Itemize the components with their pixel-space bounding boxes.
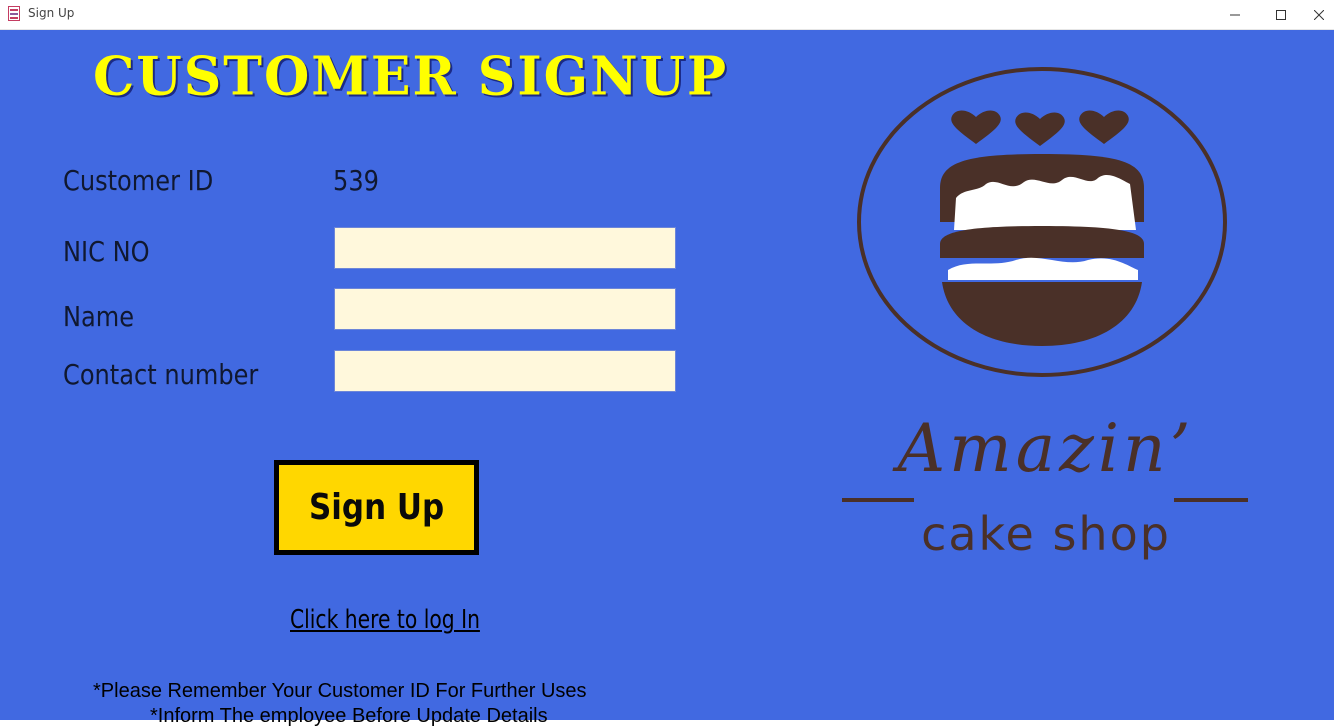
page-title: CUSTOMER SIGNUP xyxy=(93,45,729,108)
login-link[interactable]: Click here to log In xyxy=(290,605,480,635)
logo-divider-right xyxy=(1174,498,1248,502)
minimize-icon xyxy=(1230,14,1240,15)
customer-id-value: 539 xyxy=(333,164,379,197)
cake-app-icon xyxy=(8,6,20,21)
close-icon xyxy=(1314,9,1324,20)
nic-input[interactable] xyxy=(334,227,676,269)
close-button[interactable] xyxy=(1304,0,1334,29)
inform-employee-note: *Inform The employee Before Update Detai… xyxy=(150,705,548,727)
name-input[interactable] xyxy=(334,288,676,330)
window-title: Sign Up xyxy=(28,6,75,20)
logo-shop-name: Amazin’ xyxy=(897,410,1195,487)
customer-id-label: Customer ID xyxy=(63,164,214,197)
cake-logo-icon xyxy=(857,67,1227,377)
minimize-button[interactable] xyxy=(1212,0,1258,29)
logo-divider-left xyxy=(842,498,914,502)
sign-up-button-label: Sign Up xyxy=(308,487,445,528)
shop-logo: Amazin’ cake shop xyxy=(836,62,1256,561)
logo-subtitle: cake shop xyxy=(921,507,1171,561)
maximize-icon xyxy=(1276,9,1286,20)
maximize-button[interactable] xyxy=(1258,0,1304,29)
window-title-bar: Sign Up xyxy=(0,0,1334,30)
sign-up-button[interactable]: Sign Up xyxy=(274,460,479,555)
contact-number-label: Contact number xyxy=(63,358,259,391)
contact-number-input[interactable] xyxy=(334,350,676,392)
remember-id-note: *Please Remember Your Customer ID For Fu… xyxy=(93,680,587,702)
signup-panel: CUSTOMER SIGNUP Customer ID 539 NIC NO N… xyxy=(0,30,1334,727)
nic-label: NIC NO xyxy=(63,235,150,268)
name-label: Name xyxy=(63,300,135,333)
